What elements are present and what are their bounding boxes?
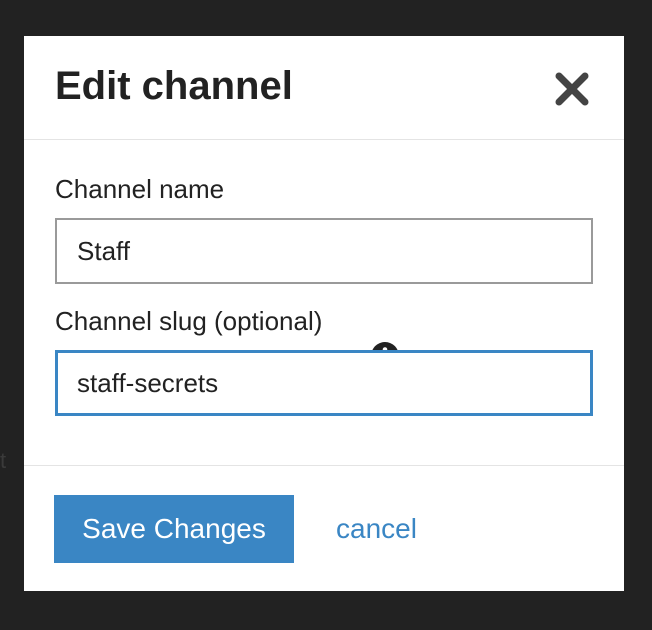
modal-body: Channel name Channel slug (optional) bbox=[24, 140, 624, 465]
modal-header: Edit channel bbox=[24, 36, 624, 140]
close-button[interactable] bbox=[552, 69, 592, 109]
channel-name-label: Channel name bbox=[55, 174, 225, 204]
modal-title: Edit channel bbox=[55, 64, 293, 108]
channel-slug-label-row: Channel slug (optional) bbox=[55, 305, 322, 337]
channel-name-input[interactable] bbox=[55, 218, 593, 284]
save-changes-button[interactable]: Save Changes bbox=[54, 495, 294, 563]
channel-slug-input[interactable] bbox=[55, 350, 593, 416]
backdrop-partial-text: t bbox=[0, 448, 7, 473]
edit-channel-modal: Edit channel Channel name Channel slug (… bbox=[24, 36, 624, 591]
close-icon bbox=[555, 72, 589, 106]
cancel-link[interactable]: cancel bbox=[336, 513, 417, 545]
modal-footer: Save Changes cancel bbox=[24, 465, 624, 592]
channel-slug-label: Channel slug (optional) bbox=[55, 306, 323, 336]
